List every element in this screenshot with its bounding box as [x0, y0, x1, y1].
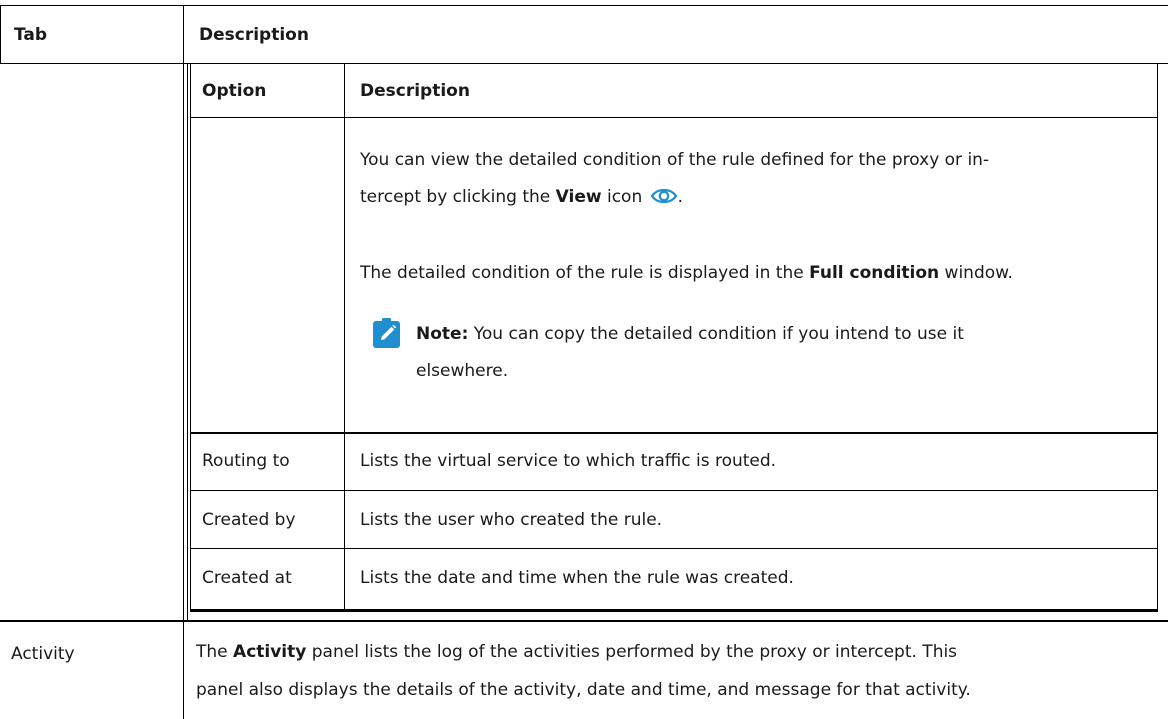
activity-line2: panel also displays the details of the a…	[196, 680, 971, 700]
inner-row-divider-3	[190, 548, 1158, 549]
view-keyword: View	[555, 187, 602, 207]
view-paragraph-line2: tercept by clicking the View icon .	[360, 179, 683, 220]
row-option-routing: Routing to	[202, 451, 290, 471]
inner-right-border	[1157, 63, 1158, 611]
activity-label: Activity	[11, 644, 75, 664]
outer-top-border	[0, 5, 1168, 6]
note-label: Note:	[416, 324, 469, 344]
row-option-created-at: Created at	[202, 568, 292, 588]
condition-paragraph: The detailed condition of the rule is di…	[360, 263, 1013, 283]
row-description-routing: Lists the virtual service to which traff…	[360, 451, 777, 471]
inner-row-divider-2	[190, 490, 1158, 491]
row-description-created-by: Lists the user who created the rule.	[360, 510, 663, 530]
outer-row-divider	[0, 620, 1168, 622]
activity-line1: The Activity panel lists the log of the …	[196, 642, 958, 662]
view-paragraph-line1: You can view the detailed condition of t…	[360, 150, 990, 170]
outer-col-divider	[183, 5, 184, 719]
full-condition-keyword: Full condition	[809, 263, 940, 283]
row-description-created-at: Lists the date and time when the rule wa…	[360, 568, 794, 588]
note-line1: Note: You can copy the detailed conditio…	[416, 324, 964, 344]
activity-keyword: Activity	[233, 642, 307, 662]
outer-header-tab: Tab	[14, 25, 48, 45]
outer-left-border	[0, 5, 1, 64]
pencil-note-icon	[373, 318, 403, 348]
eye-icon[interactable]	[650, 183, 678, 220]
outer-header-divider	[0, 63, 1168, 64]
inner-header-option: Option	[202, 81, 267, 101]
inner-header-description: Description	[360, 81, 470, 101]
inner-col-divider	[344, 63, 345, 611]
outer-header-description: Description	[199, 25, 309, 45]
note-line2: elsewhere.	[416, 361, 509, 381]
inner-row-divider-1	[190, 432, 1158, 434]
outer-col-divider-double	[187, 63, 188, 620]
inner-left-border	[190, 63, 191, 612]
row-option-created-by: Created by	[202, 510, 296, 530]
inner-header-divider	[190, 117, 1158, 118]
inner-bottom-border	[190, 609, 1158, 612]
